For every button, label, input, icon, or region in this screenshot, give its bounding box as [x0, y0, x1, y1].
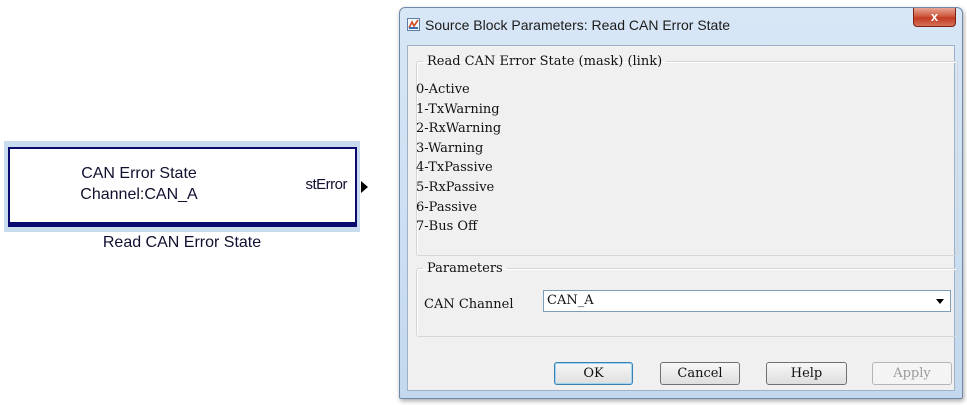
description-group-title: Read CAN Error State (mask) (link)	[427, 54, 663, 69]
can-channel-label: CAN Channel	[424, 297, 514, 312]
can-channel-select[interactable]: CAN_A	[543, 290, 951, 312]
state-item: 7-Bus Off	[416, 219, 478, 235]
error-state-list: 0-Active 1-TxWarning 2-RxWarning 3-Warni…	[416, 80, 501, 237]
block-parameters-dialog: Source Block Parameters: Read CAN Error …	[399, 7, 963, 399]
cancel-button[interactable]: Cancel	[660, 362, 740, 385]
state-item: 4-TxPassive	[416, 160, 493, 176]
state-item: 1-TxWarning	[416, 101, 500, 117]
parameters-group-title: Parameters	[427, 261, 503, 276]
state-item: 2-RxWarning	[416, 121, 502, 137]
simulink-app-icon	[407, 18, 420, 31]
output-port-arrow-icon[interactable]	[361, 181, 368, 193]
help-button[interactable]: Help	[766, 362, 847, 385]
block-text: CAN Error State Channel:CAN_A	[10, 163, 268, 205]
state-item: 0-Active	[416, 82, 470, 97]
block-line-1: CAN Error State	[81, 165, 197, 182]
state-item: 5-RxPassive	[416, 179, 495, 195]
block-line-2: Channel:CAN_A	[80, 186, 198, 203]
block-selection-highlight: CAN Error State Channel:CAN_A stError	[4, 141, 360, 232]
dialog-title: Source Block Parameters: Read CAN Error …	[425, 17, 731, 33]
state-item: 3-Warning	[416, 140, 484, 156]
close-icon: x	[930, 9, 939, 24]
output-port-label: stError	[305, 176, 348, 193]
chevron-down-icon[interactable]	[936, 299, 944, 304]
apply-button[interactable]: Apply	[872, 362, 952, 385]
dialog-titlebar[interactable]: Source Block Parameters: Read CAN Error …	[400, 8, 962, 36]
can-channel-value: CAN_A	[547, 293, 594, 308]
state-item: 6-Passive	[416, 199, 478, 215]
read-can-error-state-block[interactable]: CAN Error State Channel:CAN_A stError	[8, 147, 357, 227]
ok-button[interactable]: OK	[554, 362, 633, 385]
block-caption[interactable]: Read CAN Error State	[4, 234, 360, 252]
dialog-client-area: Read CAN Error State (mask) (link) 0-Act…	[407, 45, 958, 391]
close-button[interactable]: x	[913, 8, 956, 27]
